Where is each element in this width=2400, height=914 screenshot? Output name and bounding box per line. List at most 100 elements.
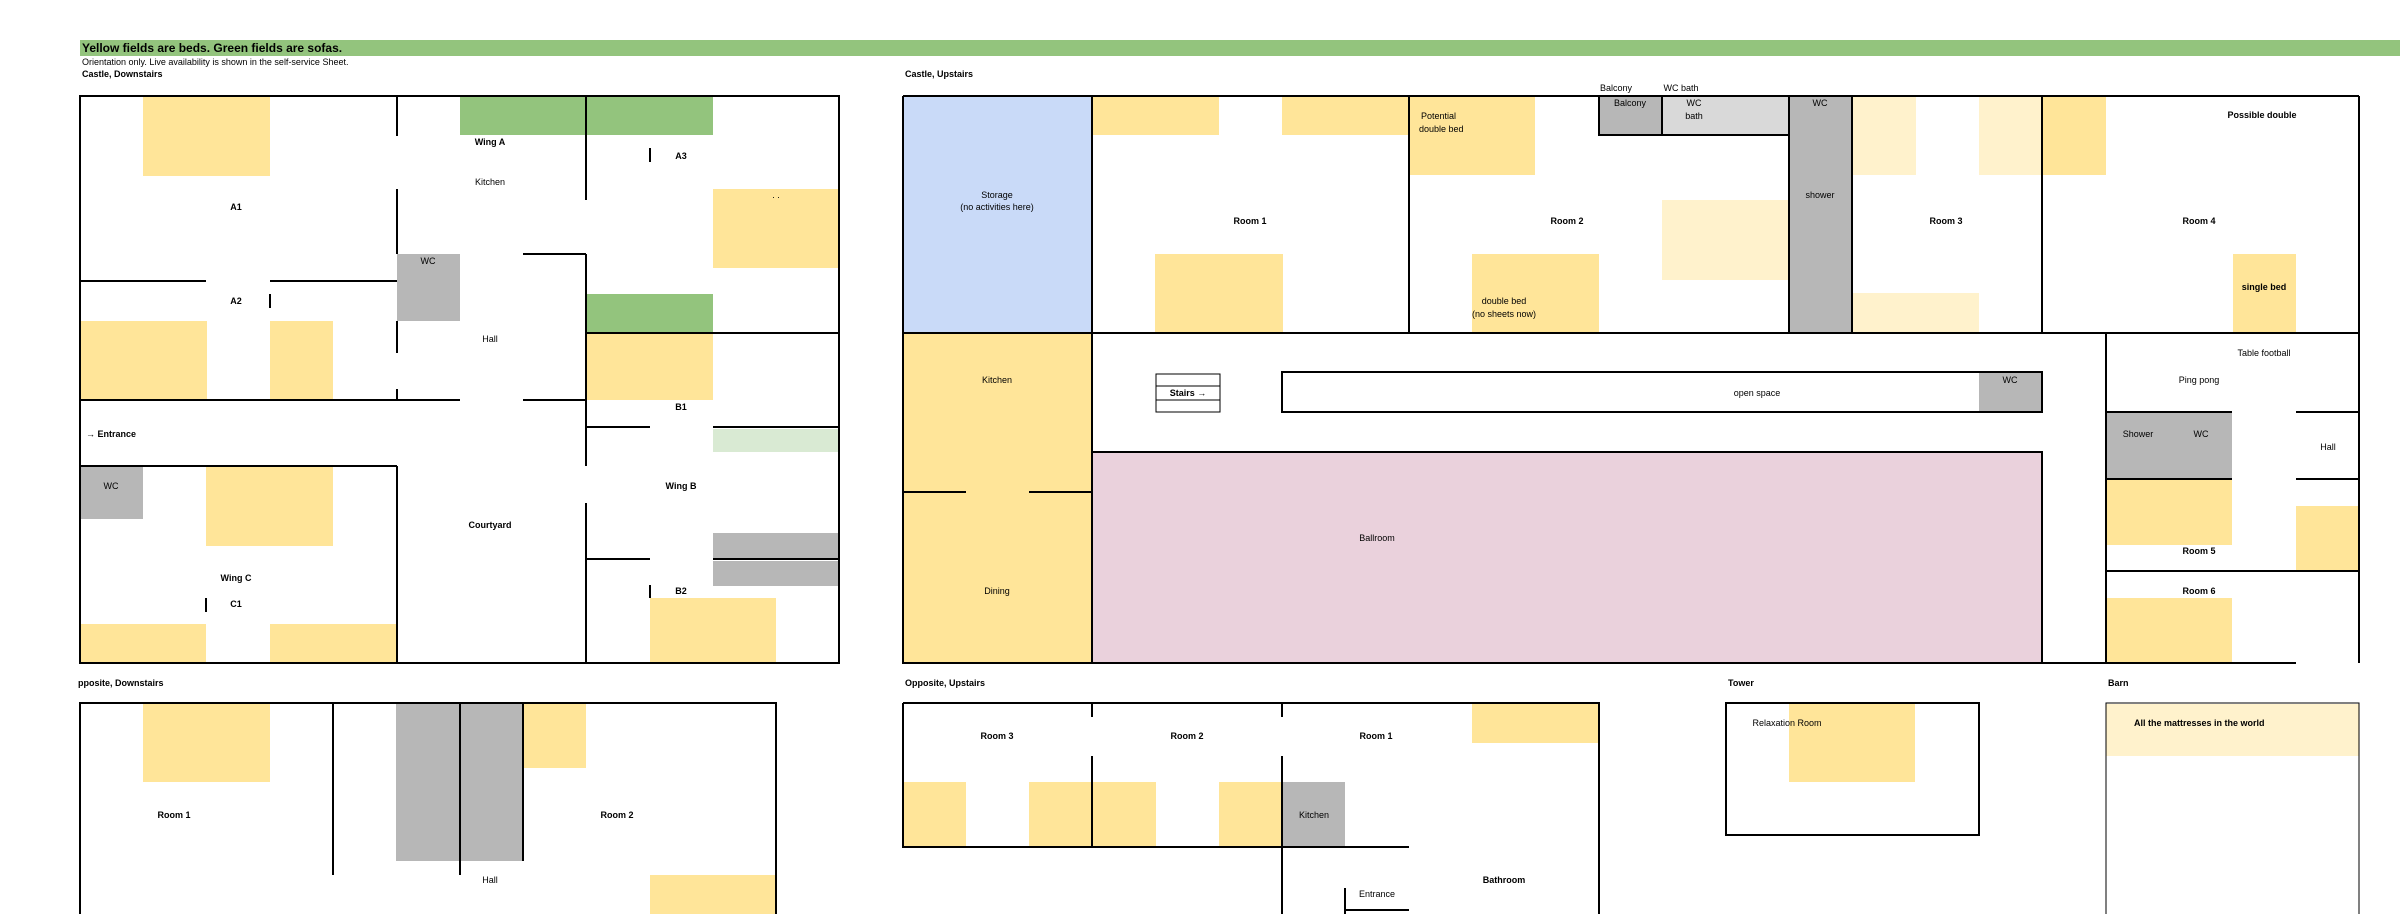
castle-upstairs-plan [902,95,2360,664]
bed [1853,293,1979,333]
ballroom-label: Ballroom [1359,533,1395,543]
storage-room [903,96,1092,333]
hall-label: Hall [482,334,498,344]
room-a1-label: A1 [230,202,242,212]
kitchen-label: Kitchen [982,375,1012,385]
wc-label: WC [1687,98,1702,108]
entrance-label: Entrance [1359,889,1395,899]
legend-banner [80,40,2400,56]
section-title-opposite-upstairs: Opposite, Upstairs [905,678,985,688]
bed [80,321,207,400]
sofa [587,294,713,332]
mattresses [2106,704,2359,756]
room-2-label: Room 2 [600,810,633,820]
wc-label: WC [104,481,119,491]
wc-label: WC [421,256,436,266]
bed [1282,96,1408,135]
sofa [713,429,839,452]
bed [650,875,776,914]
section-title-castle-upstairs: Castle, Upstairs [905,69,973,79]
room-4-label: Room 4 [2182,216,2215,226]
opposite-downstairs-plan [79,702,777,914]
bed [270,321,333,400]
wc-bath-top-label: WC bath [1663,83,1698,93]
room-3-label: Room 3 [980,731,1013,741]
floor-plan: Yellow fields are beds. Green fields are… [78,40,2400,914]
potential-label: Potential [1421,111,1456,121]
dining-label: Dining [984,586,1010,596]
wing-c-label: Wing C [221,573,252,583]
bed [1472,254,1599,333]
double-bed-label: double bed [1482,296,1527,306]
bed [143,704,270,782]
balcony-top-label: Balcony [1600,83,1633,93]
possible-double-label: Possible double [2227,110,2296,120]
bed [2233,254,2296,333]
table-football-label: Table football [2237,348,2290,358]
bed [523,704,586,768]
bed [2106,598,2232,663]
bed [1093,96,1219,135]
storage [460,704,523,861]
room-6-label: Room 6 [2182,586,2215,596]
wc-label: WC [1813,98,1828,108]
tower-plan: Relaxation Room [1725,702,1980,836]
bed [206,467,333,546]
bed [1662,200,1788,280]
bed [2043,96,2106,175]
legend-note: Orientation only. Live availability is s… [82,57,348,67]
bed [1409,96,1535,175]
wc [80,467,143,519]
bed [587,332,713,400]
bed [80,624,206,662]
bed [1155,254,1283,333]
bed [270,624,397,662]
bed [903,782,966,847]
storage [713,533,839,558]
wc-label: WC [2194,429,2209,439]
kitchen-label: Kitchen [1299,810,1329,820]
bed [2106,480,2232,545]
room-2-label: Room 2 [1550,216,1583,226]
stairs-label: Stairs → [1170,388,1207,398]
entrance-label: → Entrance [86,429,136,439]
wc-bath [1662,96,1788,134]
room-a2-label: A2 [230,296,242,306]
storage-label: Storage [981,190,1013,200]
hall-label: Hall [482,875,498,885]
storage-note-label: (no activities here) [960,202,1034,212]
section-title-tower: Tower [1728,678,1754,688]
section-title-castle-downstairs: Castle, Downstairs [82,69,163,79]
section-title-opposite-downstairs: pposite, Downstairs [78,678,164,688]
bed [143,97,270,176]
room-1-label: Room 1 [1359,731,1392,741]
relaxation-room-label: Relaxation Room [1752,718,1821,728]
balcony-label: Balcony [1614,98,1647,108]
bed [1789,704,1915,782]
shower-label: Shower [2123,429,2154,439]
sofa [460,97,586,135]
wing-b-label: Wing B [666,481,697,491]
room-1-label: Room 1 [1233,216,1266,226]
courtyard-label: Courtyard [468,520,511,530]
storage [396,704,459,861]
barn-plan: All the mattresses in the world [2105,702,2360,914]
castle-downstairs-plan [79,95,840,664]
bed [1853,96,1916,175]
legend-title: Yellow fields are beds. Green fields are… [82,41,342,55]
shower-label: shower [1805,190,1834,200]
room-3-label: Room 3 [1929,216,1962,226]
bed [1219,782,1282,847]
ping-pong-label: Ping pong [2179,375,2220,385]
no-sheets-label: (no sheets now) [1472,309,1536,319]
bath-label: bath [1685,111,1703,121]
ballroom [1093,452,2042,663]
wing-a-label: Wing A [475,137,506,147]
shower-wc [2106,412,2232,479]
bed [1979,96,2042,175]
shower [1789,96,1852,333]
dots-label: . . [772,190,780,200]
sofa [587,97,713,135]
mattresses-label: All the mattresses in the world [2134,718,2265,728]
kitchen-label: Kitchen [475,177,505,187]
